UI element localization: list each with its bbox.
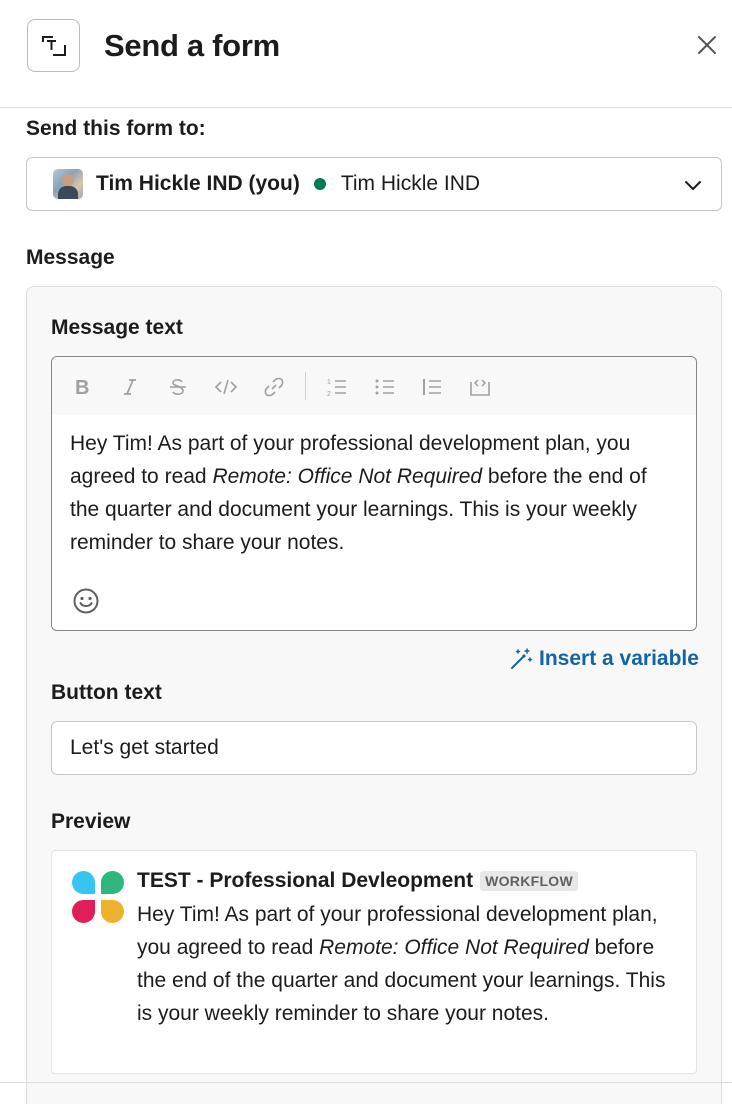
button-text-input[interactable]: Let's get started — [51, 721, 697, 775]
preview-card: TEST - Professional Devleopment WORKFLOW… — [51, 850, 697, 1074]
formatting-toolbar: B 12 — [52, 357, 696, 415]
message-section-label: Message — [26, 246, 115, 269]
close-icon[interactable] — [692, 30, 722, 60]
svg-text:B: B — [75, 377, 89, 397]
logo-blob-red — [72, 900, 95, 923]
svg-text:1: 1 — [327, 379, 331, 386]
bold-icon[interactable]: B — [69, 374, 95, 400]
message-body[interactable]: Hey Tim! As part of your professional de… — [70, 427, 680, 559]
message-editor[interactable]: B 12 Hey Tim! As part of your profession… — [51, 356, 697, 631]
logo-blob-yellow — [101, 900, 124, 923]
preview-body-italic: Remote: Office Not Required — [319, 936, 589, 959]
avatar — [53, 169, 83, 199]
insert-variable-button[interactable]: Insert a variable — [509, 647, 699, 671]
code-block-icon[interactable] — [467, 374, 493, 400]
recipient-alt-name: Tim Hickle IND — [340, 172, 481, 195]
footer-divider — [0, 1082, 732, 1083]
recipient-name: Tim Hickle IND (you) — [96, 172, 300, 195]
preview-title: TEST - Professional Devleopment — [137, 869, 474, 892]
link-icon[interactable] — [261, 374, 287, 400]
message-text-label: Message text — [51, 316, 183, 339]
preview-title-row: TEST - Professional Devleopment WORKFLOW — [137, 869, 579, 893]
quote-icon[interactable] — [419, 374, 445, 400]
modal-title: Send a form — [104, 28, 280, 63]
message-body-italic: Remote: Office Not Required — [212, 465, 483, 488]
svg-text:2: 2 — [327, 391, 331, 398]
preview-label: Preview — [51, 810, 131, 833]
form-icon — [27, 19, 80, 72]
emoji-icon[interactable] — [72, 587, 100, 615]
button-text-label: Button text — [51, 681, 162, 704]
bulleted-list-icon[interactable] — [372, 374, 398, 400]
preview-body: Hey Tim! As part of your professional de… — [137, 898, 677, 1030]
workflow-app-icon — [72, 871, 124, 923]
modal-header: Send a form — [0, 0, 732, 108]
ordered-list-icon[interactable]: 12 — [324, 374, 350, 400]
recipient-select[interactable]: Tim Hickle IND (you) Tim Hickle IND — [26, 157, 722, 211]
logo-blob-green — [101, 871, 124, 894]
code-icon[interactable] — [213, 374, 239, 400]
presence-dot-icon — [313, 178, 326, 190]
logo-blob-blue — [72, 871, 95, 894]
workflow-badge: WORKFLOW — [480, 871, 579, 891]
magic-wand-icon — [511, 648, 533, 669]
strikethrough-icon[interactable] — [165, 374, 191, 400]
insert-variable-label: Insert a variable — [539, 647, 699, 670]
toolbar-divider — [305, 372, 306, 400]
send-to-label: Send this form to: — [26, 117, 206, 140]
italic-icon[interactable] — [117, 374, 143, 400]
chevron-down-icon — [685, 181, 701, 190]
